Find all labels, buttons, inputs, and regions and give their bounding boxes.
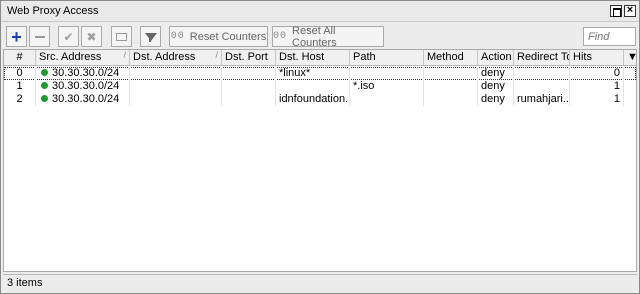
path-cell	[350, 93, 424, 106]
hits-cell: 1	[570, 93, 624, 106]
title-bar[interactable]: Web Proxy Access ×	[1, 1, 639, 22]
dst-address-cell	[130, 80, 222, 93]
check-icon: ✔	[63, 29, 74, 44]
column-header-dst-address[interactable]: Dst. Address /	[130, 50, 222, 65]
column-header-hits[interactable]: Hits	[570, 50, 624, 65]
src-address-cell: 30.30.30.0/24	[36, 80, 130, 93]
comment-icon	[116, 32, 127, 41]
row-index: 2	[4, 93, 36, 106]
path-cell	[350, 67, 424, 80]
src-address-cell: 30.30.30.0/24	[36, 93, 130, 106]
row-index: 1	[4, 80, 36, 93]
enable-button[interactable]: ✔	[58, 26, 79, 47]
column-header-dst-host[interactable]: Dst. Host	[276, 50, 350, 65]
window-title: Web Proxy Access	[7, 5, 99, 17]
redirect-to-cell: rumahjari...	[514, 93, 570, 106]
path-cell: *.iso	[350, 80, 424, 93]
comment-button[interactable]	[111, 26, 132, 47]
column-header-src-address[interactable]: Src. Address /	[36, 50, 130, 65]
src-address-cell: 30.30.30.0/24	[36, 67, 130, 80]
counter-icon: 00	[273, 31, 288, 42]
column-header-dst-port[interactable]: Dst. Port	[222, 50, 276, 65]
column-header-index[interactable]: #	[4, 50, 36, 65]
src-address-value: 30.30.30.0/24	[52, 93, 120, 105]
column-header-path[interactable]: Path	[350, 50, 424, 65]
minus-icon	[34, 35, 45, 38]
dst-address-cell	[130, 93, 222, 106]
dst-host-cell	[276, 80, 350, 93]
action-cell: deny	[478, 67, 514, 80]
table-row[interactable]: 0 30.30.30.0/24 *linux* deny 0	[4, 67, 636, 80]
toolbar: + ✔ ✖ 00 Reset Counters 00 Reset All Cou…	[1, 23, 639, 49]
action-cell: deny	[478, 93, 514, 106]
remove-button[interactable]	[29, 26, 50, 47]
enabled-status-icon	[41, 69, 48, 76]
rules-table: # Src. Address / Dst. Address / Dst. Port …	[3, 49, 637, 272]
sort-icon: /	[123, 50, 126, 60]
sort-icon: /	[215, 50, 218, 60]
status-bar: 3 items	[3, 274, 637, 291]
filter-button[interactable]	[140, 26, 161, 47]
disable-button[interactable]: ✖	[81, 26, 102, 47]
column-header-label: Dst. Address	[133, 51, 196, 63]
reset-counters-button[interactable]: 00 Reset Counters	[169, 26, 268, 47]
row-index: 0	[4, 67, 36, 80]
table-row[interactable]: 1 30.30.30.0/24 *.iso deny 1	[4, 80, 636, 93]
dst-port-cell	[222, 93, 276, 106]
plus-icon: +	[11, 26, 22, 47]
dst-port-cell	[222, 80, 276, 93]
column-header-action[interactable]: Action	[478, 50, 514, 65]
counter-icon: 00	[170, 31, 185, 42]
find-input[interactable]: Find	[583, 27, 636, 46]
close-button[interactable]: ×	[624, 5, 636, 17]
method-cell	[424, 93, 478, 106]
column-header-label: Src. Address	[39, 51, 102, 63]
dst-host-cell: idnfoundation...	[276, 93, 350, 106]
reset-all-counters-button[interactable]: 00 Reset All Counters	[272, 24, 384, 49]
dst-host-cell: *linux*	[276, 67, 350, 80]
item-count: 3 items	[7, 277, 43, 289]
dst-port-cell	[222, 67, 276, 80]
column-header-method[interactable]: Method	[424, 50, 478, 65]
method-cell	[424, 80, 478, 93]
redirect-to-cell	[514, 67, 570, 80]
dst-address-cell	[130, 67, 222, 80]
add-button[interactable]: +	[6, 26, 27, 47]
columns-menu-button[interactable]: ▼	[624, 50, 636, 65]
enabled-status-icon	[41, 82, 48, 89]
x-icon: ✖	[86, 29, 97, 44]
table-header: # Src. Address / Dst. Address / Dst. Port …	[4, 50, 636, 66]
action-cell: deny	[478, 80, 514, 93]
table-row[interactable]: 2 30.30.30.0/24 idnfoundation... deny ru…	[4, 93, 636, 106]
hits-cell: 0	[570, 67, 624, 80]
reset-counters-label: Reset Counters	[189, 30, 267, 43]
enabled-status-icon	[41, 95, 48, 102]
column-header-redirect-to[interactable]: Redirect To	[514, 50, 570, 65]
restore-button[interactable]	[610, 5, 622, 17]
method-cell	[424, 67, 478, 80]
web-proxy-access-window: Web Proxy Access × + ✔ ✖ 00 Reset Counte…	[0, 0, 640, 294]
src-address-value: 30.30.30.0/24	[52, 80, 120, 92]
chevron-down-icon: ▼	[627, 51, 636, 63]
redirect-to-cell	[514, 80, 570, 93]
src-address-value: 30.30.30.0/24	[52, 67, 120, 79]
reset-all-counters-label: Reset All Counters	[292, 24, 337, 49]
hits-cell: 1	[570, 80, 624, 93]
